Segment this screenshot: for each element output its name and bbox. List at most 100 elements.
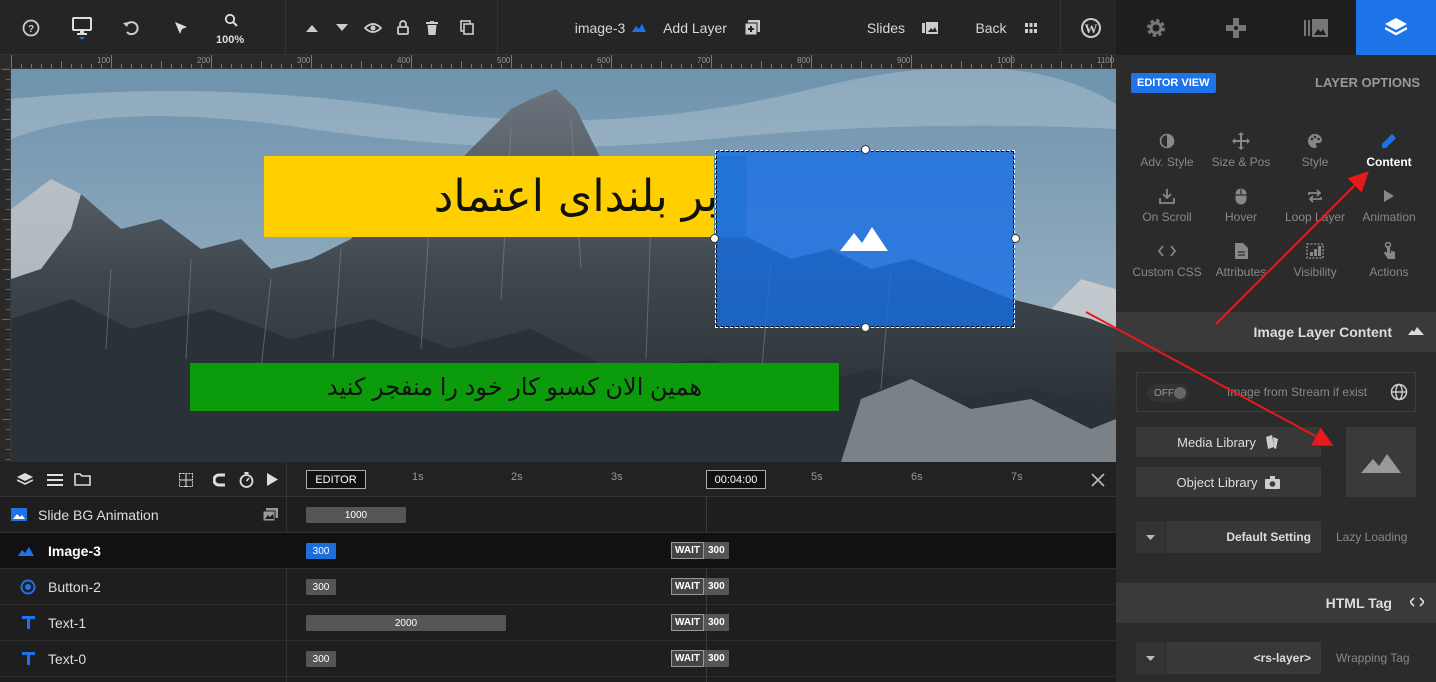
add-layer-icon[interactable] [742,0,762,55]
ruler-tick [6,439,10,440]
image-3-layer[interactable] [710,145,1020,332]
ruler-tick [481,64,482,68]
stream-toggle[interactable]: OFF [1147,384,1189,402]
timeline-bar[interactable]: 300 [306,651,336,667]
move-up-icon[interactable] [302,0,322,55]
slide-canvas[interactable]: بر بلندای اعتماد همین الان کسبو کار خود … [11,69,1116,462]
layer-option-label: On Scroll [1142,210,1192,224]
resize-handle-left[interactable] [710,234,719,243]
ruler-tick [81,64,82,68]
object-library-label: Object Library [1176,474,1258,490]
ruler-tick [31,64,32,68]
current-time-display[interactable]: 00:04:00 [706,470,766,489]
layer-option-loop-layer[interactable]: Loop Layer [1278,185,1352,235]
ruler-tick [6,429,10,430]
ruler-tick [611,55,612,68]
image-preview-box[interactable] [1346,427,1416,497]
default-setting-dropdown-arrow[interactable] [1136,521,1166,553]
timeline-bar[interactable]: 300 [306,579,336,595]
subtitle-text-layer[interactable]: همین الان کسبو کار خود را منفجر کنید [190,363,839,411]
ruler-tick [241,64,242,68]
add-layer-button[interactable]: Add Layer [662,0,728,55]
ruler-tick [921,64,922,68]
resize-handle-right[interactable] [1011,234,1020,243]
current-layer-name[interactable]: image-3 [572,0,628,55]
svg-text:?: ? [28,24,34,35]
visibility-icon [1306,240,1324,262]
html-tag-header[interactable]: HTML Tag [1116,583,1436,623]
tab-navigation[interactable] [1196,0,1276,55]
timeline-bar[interactable]: 300 [306,543,336,559]
move-down-icon[interactable] [332,0,352,55]
resize-handle-top[interactable] [861,145,870,154]
close-timeline-icon[interactable] [1088,462,1108,497]
tab-layer-options[interactable] [1356,0,1436,55]
layer-option-size-pos[interactable]: Size & Pos [1204,130,1278,180]
wait-marker[interactable]: WAIT 300 [671,542,729,559]
layer-option-animation[interactable]: Animation [1352,185,1426,235]
layer-option-label: Actions [1369,265,1409,279]
wrapping-tag-dropdown-arrow[interactable] [1136,642,1166,674]
ruler-tick [6,289,10,290]
timeline-bar[interactable]: 1000 [306,507,406,523]
lock-icon[interactable] [393,0,413,55]
layer-option-content[interactable]: Content [1352,130,1426,180]
ruler-tick [91,64,92,68]
slides-button[interactable]: Slides [864,0,908,55]
timeline-row-image-3[interactable]: Image-3 300 WAIT 300 [0,533,1116,569]
trash-icon[interactable] [422,0,442,55]
layer-option-adv-style[interactable]: Adv. Style [1130,130,1204,180]
layer-option-visibility[interactable]: Visibility [1278,240,1352,290]
tab-slider-settings[interactable] [1116,0,1196,55]
ruler-tick [231,64,232,68]
tab-slide-options[interactable] [1276,0,1356,55]
ruler-tick [121,64,122,68]
layer-option-on-scroll[interactable]: On Scroll [1130,185,1204,235]
layer-option-style[interactable]: Style [1278,130,1352,180]
panel-tabs [1116,0,1436,55]
wordpress-icon[interactable]: W [1078,0,1104,55]
wait-marker[interactable]: WAIT 300 [671,578,729,595]
duplicate-icon[interactable] [456,0,478,55]
help-icon[interactable]: ? [18,0,44,55]
layer-option-hover[interactable]: Hover [1204,185,1278,235]
desktop-view-icon[interactable] [68,0,96,55]
ruler-tick [391,64,392,68]
timeline-row-button-2[interactable]: Button-2 300 WAIT 300 [0,569,1116,605]
ruler-tick [731,64,732,68]
globe-icon[interactable] [1390,383,1408,401]
timeline-sec-1: 1s [412,471,424,483]
ruler-tick [941,64,942,68]
media-library-button[interactable]: Media Library [1136,427,1321,457]
select-cursor-icon[interactable] [168,0,194,55]
layer-option-custom-css[interactable]: Custom CSS [1130,240,1204,290]
editor-timeline-button[interactable]: EDITOR [306,470,366,489]
layer-option-label: Size & Pos [1211,155,1271,169]
ruler-label: 200 [197,56,211,65]
undo-icon[interactable] [118,0,144,55]
ruler-label: 500 [497,56,511,65]
svg-text:W: W [1085,21,1098,36]
timeline-bar[interactable]: 2000 [306,615,506,631]
bg-image-icon[interactable] [263,508,278,521]
layer-option-attributes[interactable]: Attributes [1204,240,1278,290]
timeline-row-text-1[interactable]: Text-1 2000 WAIT 300 [0,605,1116,641]
wrapping-tag-select[interactable]: <rs-layer> [1166,642,1321,674]
ruler-tick [221,64,222,68]
editor-view-badge[interactable]: EDITOR VIEW [1131,73,1216,93]
visibility-eye-icon[interactable] [362,0,384,55]
layer-option-actions[interactable]: Actions [1352,240,1426,290]
wait-marker[interactable]: WAIT 300 [671,650,729,667]
image-layer-content-header[interactable]: Image Layer Content [1116,312,1436,352]
resize-handle-bottom[interactable] [861,323,870,332]
object-library-button[interactable]: Object Library [1136,467,1321,497]
timeline-row-slide-bg[interactable]: Slide BG Animation 1000 [0,497,1116,533]
grid-icon[interactable] [1022,0,1040,55]
title-text-layer[interactable]: بر بلندای اعتماد [264,156,746,237]
slides-icon[interactable] [920,0,940,55]
ruler-tick [971,64,972,68]
timeline-row-text-0[interactable]: Text-0 300 WAIT 300 [0,641,1116,677]
back-button[interactable]: Back [972,0,1010,55]
wait-marker[interactable]: WAIT 300 [671,614,729,631]
lazy-loading-select[interactable]: Default Setting [1166,521,1321,553]
